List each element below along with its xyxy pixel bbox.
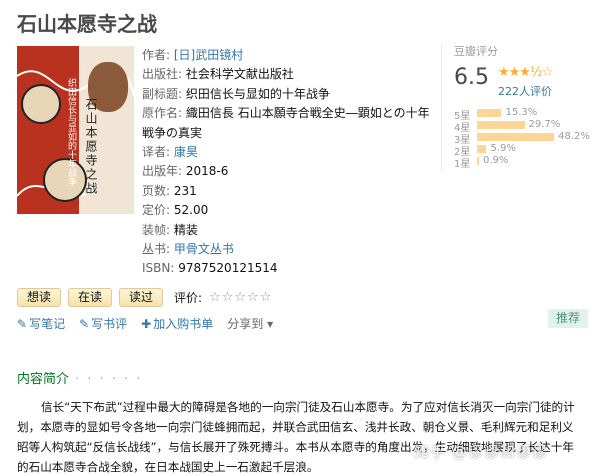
rating-bar [477,145,487,153]
write-note-label: 写笔记 [29,317,66,331]
subtitle-value: 织田信长与显如的十年战争 [185,86,330,101]
rating-pct: 48.2% [558,131,590,142]
section-dots: · · · · · · [75,372,143,387]
pencil-icon: ✎ [17,317,28,331]
series-link[interactable]: 甲骨文丛书 [174,242,234,256]
action-bar: 想读 在读 读过 评价: ☆☆☆☆☆ [17,287,272,307]
subtitle-label: 副标题: [142,86,183,101]
write-review-label: 写书评 [91,317,128,331]
recommend-button[interactable]: 推荐 [548,309,588,328]
pages-value: 231 [173,183,197,198]
publisher-label: 出版社: [142,67,183,82]
author-label: 作者: [142,48,171,62]
translator-label: 译者: [142,145,171,160]
rating-panel: 豆瓣评分 6.5 ★★★½☆ 222人评价 5星 15.3% 4星 29.7% 3星… [441,43,600,171]
original-title-label: 原作名: [142,106,183,121]
translator-link[interactable]: 康昊 [174,145,198,159]
add-to-cart-link[interactable]: ✚ 加入购书单 [141,315,213,332]
year-label: 出版年: [142,164,183,179]
page-title: 石山本愿寺之战 [17,12,157,36]
series-label: 丛书: [142,242,171,257]
rating-header: 豆瓣评分 [454,45,498,58]
intro-section-heading: 内容简介 · · · · · · [17,368,142,387]
rating-row-5: 5星 15.3% [454,107,600,122]
cover-portrait-1 [21,84,61,124]
rating-row-label: 1星 [454,159,471,170]
binding-label: 装帧: [142,222,171,237]
plus-icon: ✚ [141,317,152,331]
isbn-label: ISBN: [142,261,175,276]
add-to-cart-label: 加入购书单 [153,317,214,331]
pages-label: 页数: [142,183,171,198]
write-note-link[interactable]: ✎ 写笔记 [17,315,65,332]
year-value: 2018-6 [185,164,229,179]
write-review-link[interactable]: ✎ 写书评 [79,315,127,332]
want-to-read-button[interactable]: 想读 [17,287,62,307]
rating-stars: ★★★½☆ [498,65,553,80]
have-read-button[interactable]: 读过 [119,287,164,307]
isbn-value: 9787520121514 [178,261,278,276]
rating-pct: 29.7% [528,119,561,130]
share-label: 分享到 [227,317,264,331]
rating-pct: 15.3% [505,107,538,118]
rating-bar [477,157,479,165]
original-title-value: 織田信長 石山本願寺合戦全史―顕如との十年戦争の真実 [142,106,430,140]
reading-button[interactable]: 在读 [68,287,113,307]
publisher-value: 社会科学文献出版社 [185,67,294,82]
rating-pct: 5.9% [490,143,516,154]
cover-title: 石山本愿寺之战 [84,98,98,196]
chevron-down-icon: ▾ [267,317,274,331]
rating-bar [477,133,555,141]
binding-value: 精装 [173,222,198,237]
rating-row-3: 3星 48.2% [454,131,600,146]
rating-row-2: 2星 5.9% [454,143,600,158]
book-info: 作者: [日]武田镜村 出版社: 社会科学文献出版社 副标题: 织田信长与显如的… [142,46,432,279]
rating-row-1: 1星 0.9% [454,155,600,170]
price-label: 定价: [142,203,171,218]
rating-count-link[interactable]: 222人评价 [498,83,552,99]
intro-section-title: 内容简介 [17,372,70,387]
book-cover-image[interactable]: 石山本愿寺之战 织田信长与显如的十年战争 [17,46,134,214]
rating-distribution: 5星 15.3% 4星 29.7% 3星 48.2% 2星 5.9% 1星 0.9% [454,107,600,170]
rating-bar [477,109,502,117]
rate-stars-input[interactable]: ☆☆☆☆☆ [209,290,272,305]
intro-text: 信长“天下布武”过程中最大的障碍是各地的一向宗门徒及石山本愿寺。为了应对信长消灭… [17,400,575,474]
share-dropdown[interactable]: 分享到 ▾ [227,315,273,332]
cover-subtitle: 织田信长与显如的十年战争 [66,78,76,186]
rate-label: 评价: [174,290,203,305]
tool-bar: ✎ 写笔记 ✎ 写书评 ✚ 加入购书单 分享到 ▾ [17,315,273,332]
rating-score: 6.5 [454,65,489,90]
rating-bar [477,121,525,129]
pencil-icon: ✎ [79,317,90,331]
rating-pct: 0.9% [483,155,509,166]
rating-row-4: 4星 29.7% [454,119,600,134]
watermark: 知乎 @谬谬和谬谬 [414,443,548,461]
price-value: 52.00 [173,203,209,218]
author-link[interactable]: [日]武田镜村 [174,48,243,62]
